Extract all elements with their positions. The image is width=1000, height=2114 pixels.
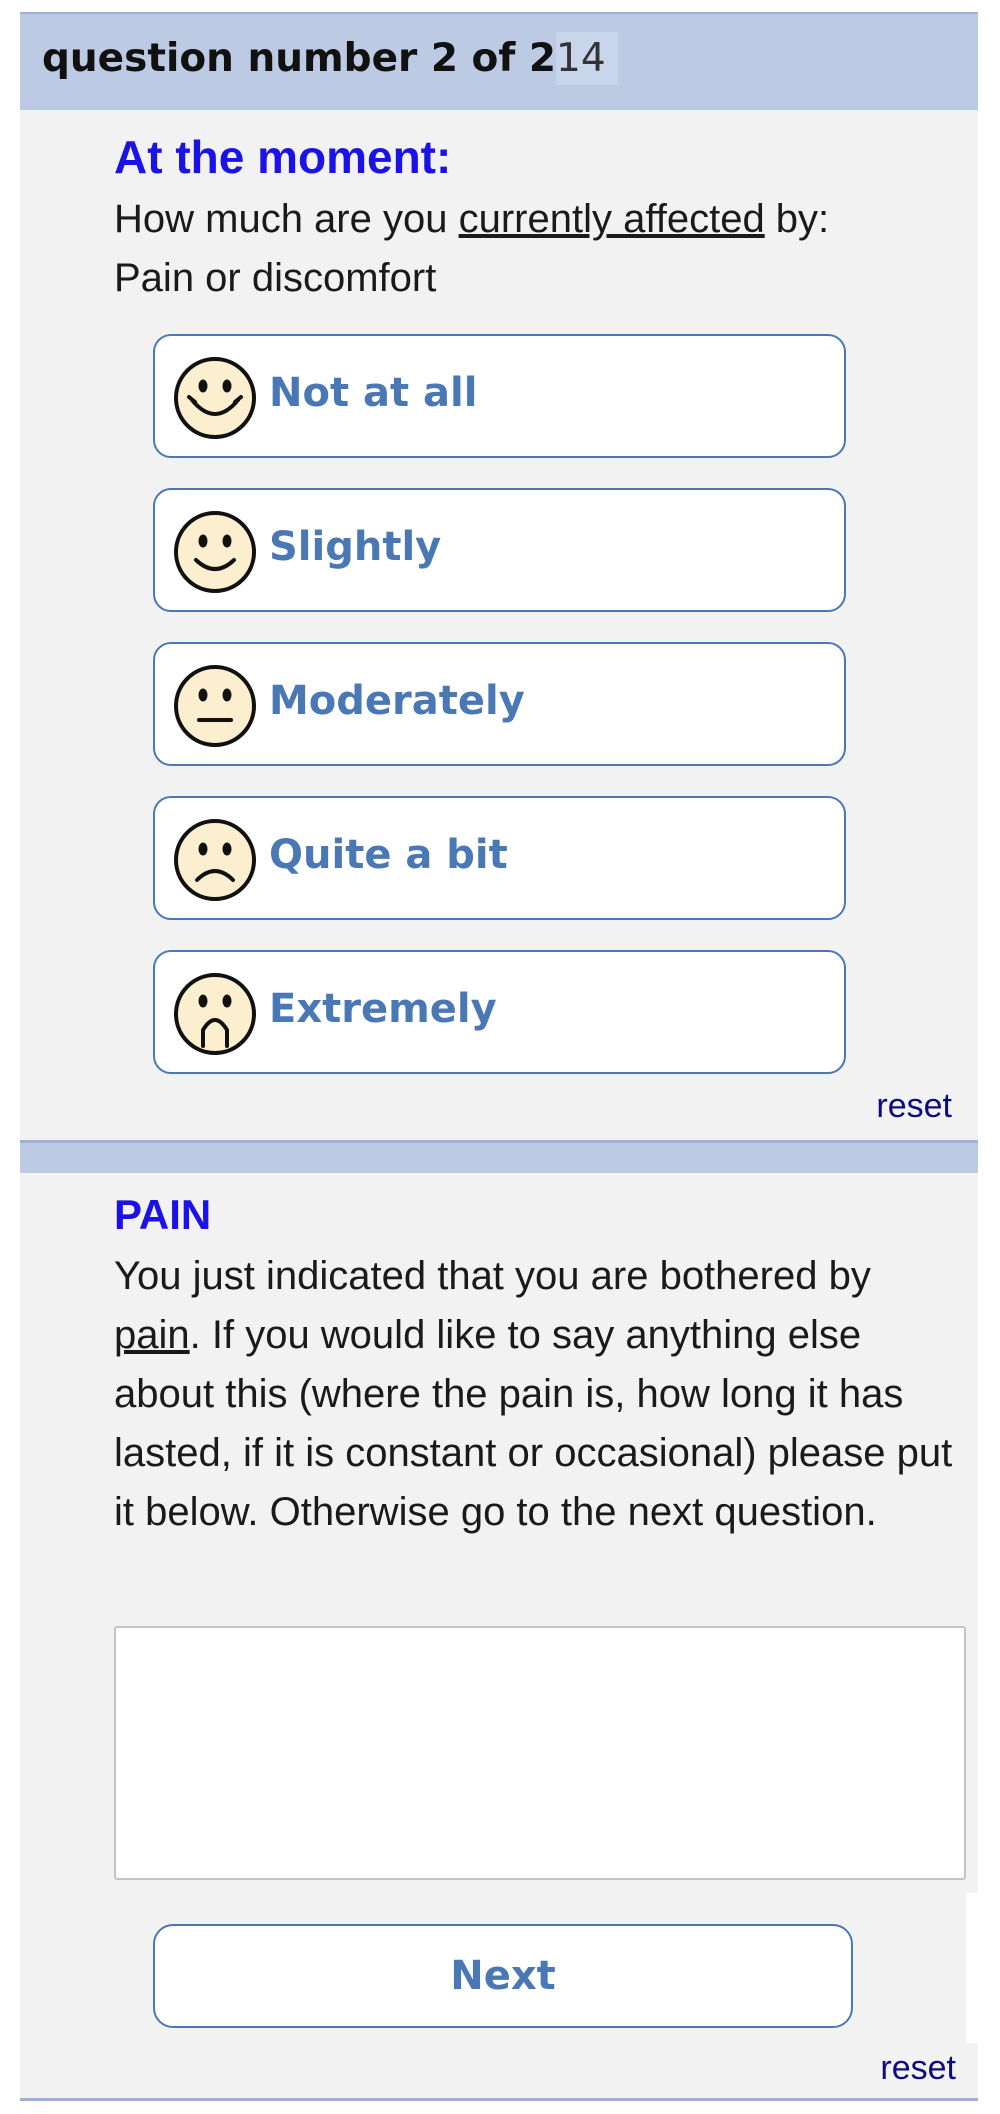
option-label: Not at all (269, 370, 478, 416)
question-prompt-emphasis: currently affected (458, 197, 765, 241)
questionnaire-frame: question number 2 of 214 At the moment: … (20, 12, 984, 2101)
comment-textarea[interactable] (114, 1626, 966, 1880)
next-button[interactable]: Next (153, 1924, 853, 2028)
reset-link[interactable]: reset (876, 1087, 952, 1126)
question-total: 14 (556, 32, 618, 85)
reset-link[interactable]: reset (880, 2049, 956, 2088)
section-divider (20, 1143, 978, 1173)
followup-text: You just indicated that you are bothered… (114, 1247, 964, 1542)
question-header: question number 2 of 214 (20, 12, 978, 110)
option-quite-a-bit[interactable]: Quite a bit (153, 796, 846, 920)
followup-text-prefix: You just indicated that you are bothered… (114, 1254, 871, 1298)
question-prompt-suffix: by: (764, 197, 830, 241)
followup-text-suffix: . If you would like to say anything else… (114, 1313, 953, 1534)
question-counter: question number 2 of 214 (42, 32, 618, 85)
followup-heading: PAIN (114, 1191, 212, 1238)
question-prompt-prefix: How much are you (114, 197, 459, 241)
option-extremely[interactable]: Extremely (153, 950, 846, 1074)
question-panel: At the moment: How much are you currentl… (20, 110, 978, 1143)
panel-edge (966, 1893, 984, 2043)
followup-text-emphasis: pain (114, 1313, 190, 1357)
question-heading: At the moment: (114, 131, 452, 183)
option-label: Moderately (269, 678, 525, 724)
followup-panel: PAIN You just indicated that you are bot… (20, 1173, 984, 2101)
option-label: Quite a bit (269, 832, 508, 878)
option-not-at-all[interactable]: Not at all (153, 334, 846, 458)
very-sad-face-icon (174, 973, 256, 1055)
happy-face-icon (174, 511, 256, 593)
question-counter-text: question number 2 of 2 (42, 36, 557, 81)
option-slightly[interactable]: Slightly (153, 488, 846, 612)
question-text: How much are you currently affected by: … (114, 190, 934, 308)
option-label: Slightly (269, 524, 442, 570)
sad-face-icon (174, 819, 256, 901)
option-label: Extremely (269, 986, 497, 1032)
very-happy-face-icon (174, 357, 256, 439)
question-topic: Pain or discomfort (114, 256, 437, 300)
option-moderately[interactable]: Moderately (153, 642, 846, 766)
neutral-face-icon (174, 665, 256, 747)
